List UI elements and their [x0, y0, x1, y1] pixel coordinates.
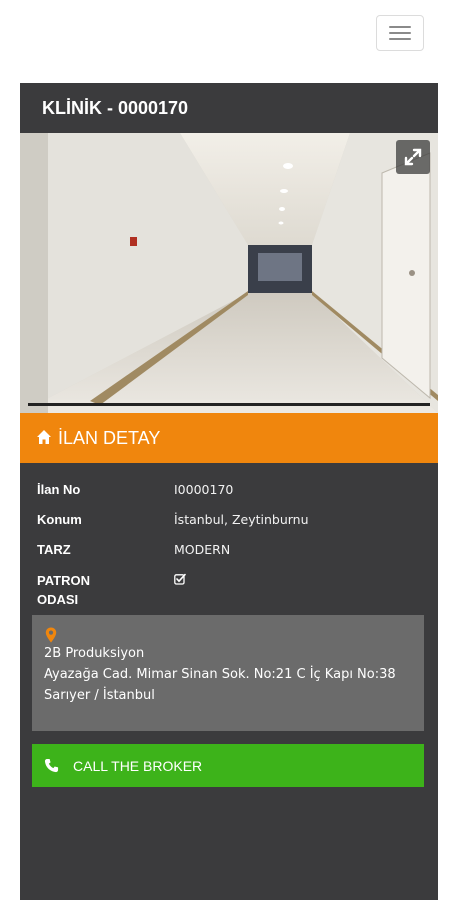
fullscreen-button[interactable] [396, 140, 430, 174]
menu-icon-bar [389, 38, 411, 40]
listing-title: KLİNİK - 0000170 [20, 83, 438, 133]
expand-icon [404, 148, 422, 166]
detail-value: MODERN [174, 542, 231, 557]
address-company: 2B Produksiyon [44, 646, 145, 661]
detail-row: Konum İstanbul, Zeytinburnu [37, 511, 438, 529]
detail-row: TARZ MODERN [37, 541, 438, 559]
detail-label: TARZ [37, 542, 71, 557]
menu-icon-bar [389, 26, 411, 28]
detail-value: İstanbul, Zeytinburnu [174, 512, 309, 527]
menu-icon-bar [389, 32, 411, 34]
detail-label: İlan No [37, 482, 81, 497]
detail-label: PATRON ODASI [37, 573, 90, 607]
section-header: İLAN DETAY [20, 413, 438, 463]
map-pin-icon [45, 627, 57, 643]
address-line: Ayazağa Cad. Mimar Sinan Sok. No:21 C İç… [44, 667, 396, 703]
address-box: 2B Produksiyon Ayazağa Cad. Mimar Sinan … [32, 615, 424, 731]
detail-row: İlan No I0000170 [37, 481, 438, 499]
detail-label: Konum [37, 512, 82, 527]
checkbox-icon [174, 573, 186, 585]
menu-toggle-button[interactable] [376, 15, 424, 51]
phone-icon [44, 758, 59, 773]
call-broker-label: CALL THE BROKER [73, 757, 203, 774]
listing-photo[interactable] [20, 133, 438, 413]
detail-value [174, 571, 186, 609]
detail-row: PATRON ODASI [37, 571, 438, 609]
call-broker-button[interactable]: CALL THE BROKER [32, 744, 424, 787]
details-list: İlan No I0000170 Konum İstanbul, Zeytinb… [20, 463, 438, 609]
listing-card: KLİNİK - 0000170 İLAN DETAY İlan No I000… [20, 83, 438, 900]
corridor-photo [20, 133, 438, 413]
section-title: İLAN DETAY [58, 428, 161, 448]
home-icon [37, 430, 51, 444]
detail-value: I0000170 [174, 482, 234, 497]
